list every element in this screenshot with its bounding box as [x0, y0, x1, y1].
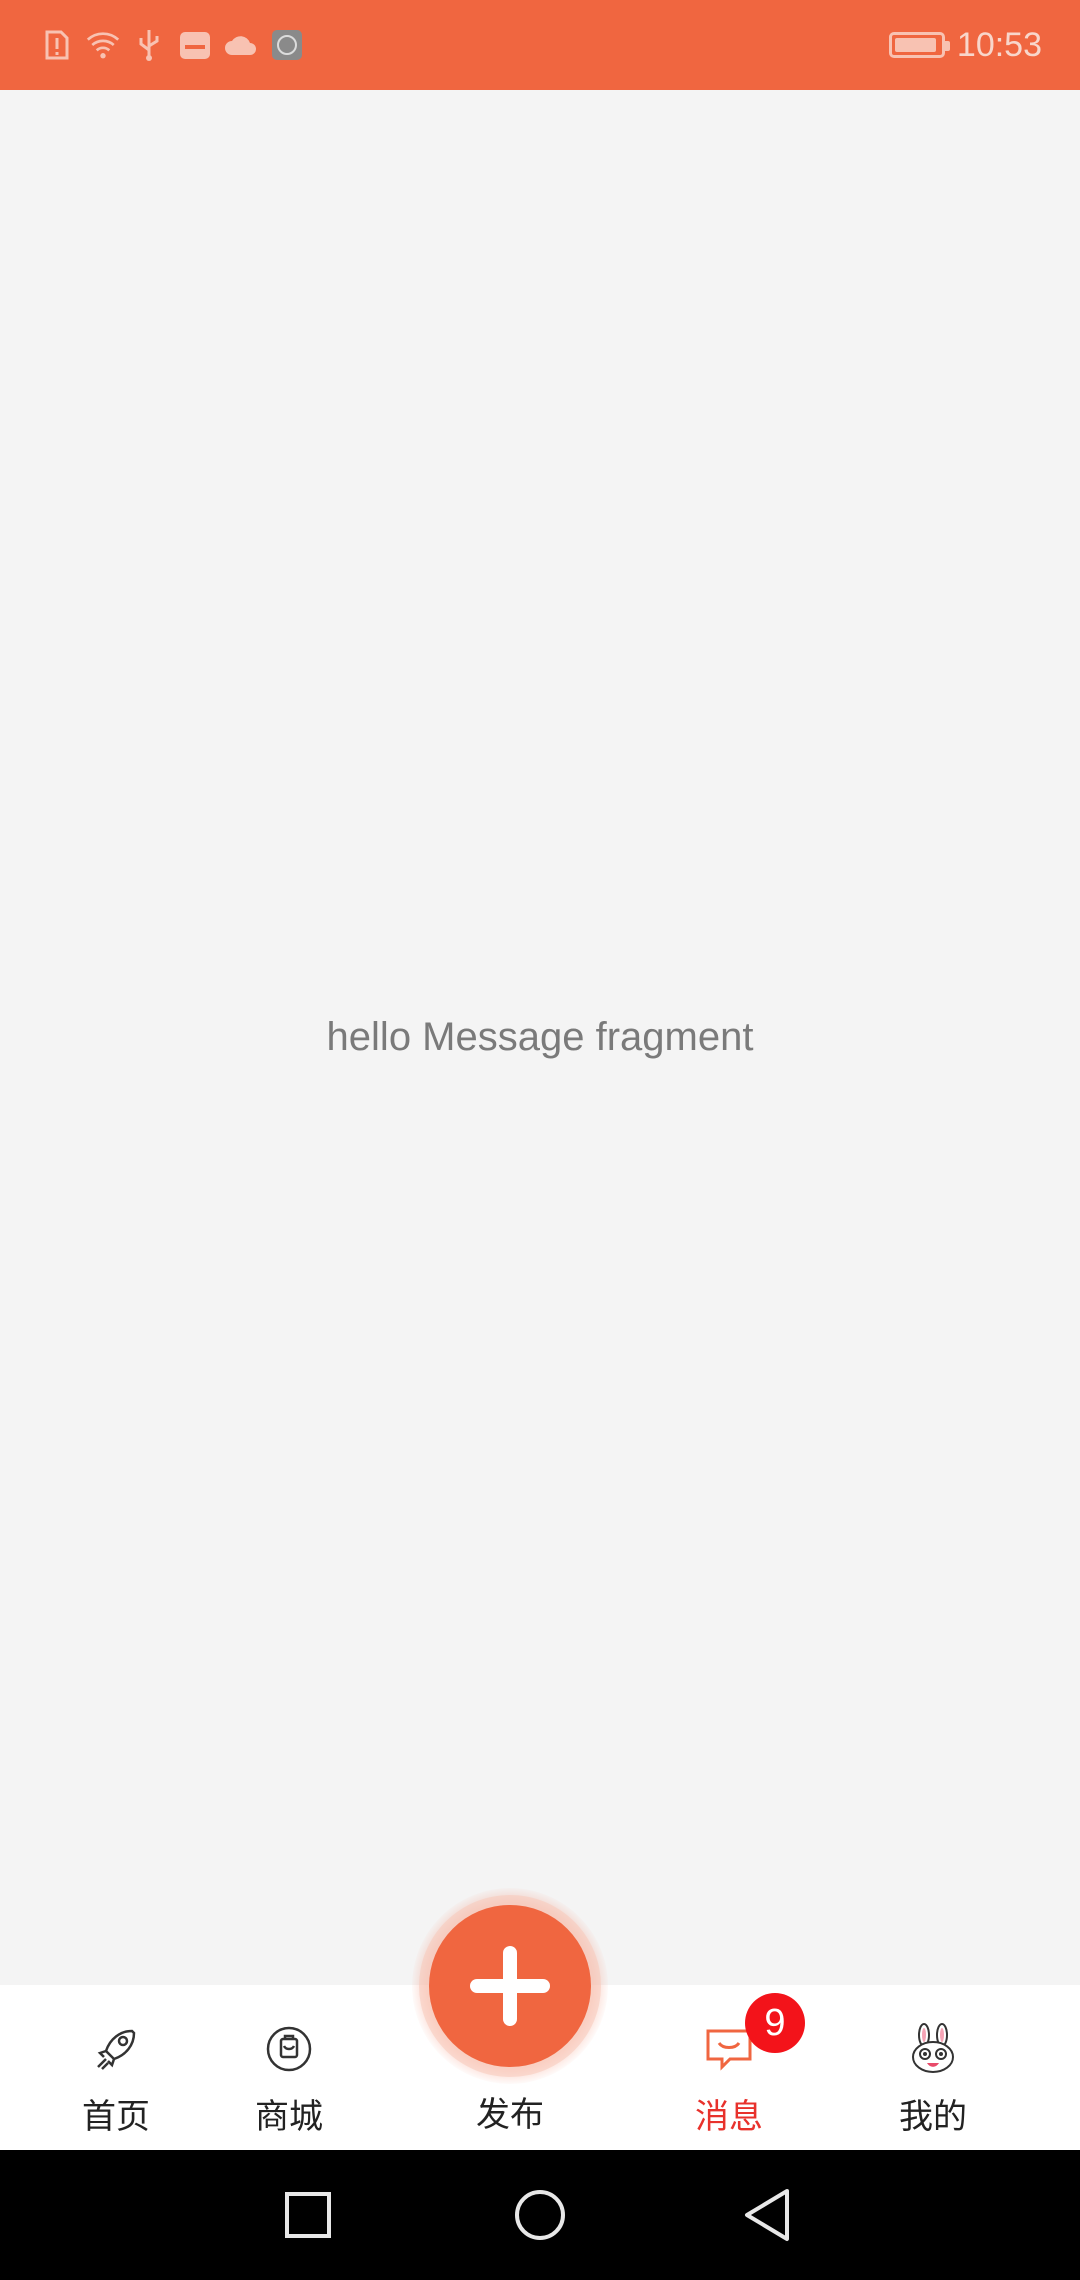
rabbit-avatar-icon [907, 2023, 959, 2075]
system-nav-bar [0, 2150, 1080, 2280]
app-notification-icon [178, 28, 212, 62]
plus-icon [470, 1946, 550, 2026]
nav-item-home[interactable]: 首页 [36, 1985, 196, 2150]
recents-button[interactable] [276, 2183, 340, 2247]
rocket-icon [90, 2023, 142, 2075]
square-icon [285, 2192, 331, 2238]
home-button[interactable] [508, 2183, 572, 2247]
shopping-bag-icon [263, 2023, 315, 2075]
message-fragment: hello Message fragment [0, 90, 1080, 1985]
circle-icon [515, 2190, 565, 2240]
usb-icon [132, 28, 166, 62]
nav-item-mine[interactable]: 我的 [853, 1985, 1013, 2150]
nav-item-mall[interactable]: 商城 [209, 1985, 369, 2150]
app-icon [270, 28, 304, 62]
triangle-back-icon [745, 2189, 789, 2241]
publish-button-halo [412, 1888, 608, 2084]
battery-icon [888, 32, 950, 58]
nav-label-publish[interactable]: 发布 [430, 2087, 590, 2136]
unread-badge: 9 [745, 1993, 805, 2053]
back-button[interactable] [736, 2183, 800, 2247]
status-bar: 10:53 [0, 0, 1080, 90]
clock: 10:53 [956, 25, 1042, 64]
sim-alert-icon [40, 28, 74, 62]
wifi-icon [86, 28, 120, 62]
nav-label-mine: 我的 [899, 2097, 967, 2137]
publish-button[interactable] [429, 1905, 591, 2067]
nav-label-mall: 商城 [255, 2097, 323, 2137]
nav-label-home: 首页 [82, 2097, 150, 2137]
status-right: 10:53 [888, 0, 1042, 90]
status-icons [40, 0, 304, 90]
cloud-icon [224, 28, 258, 62]
nav-label-message: 消息 [695, 2097, 763, 2137]
fragment-message: hello Message fragment [326, 1015, 754, 1059]
